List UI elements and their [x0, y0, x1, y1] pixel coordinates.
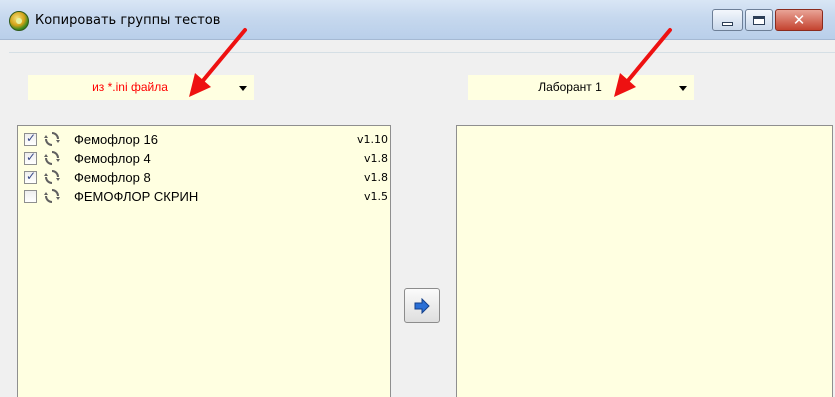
group-divider	[9, 52, 835, 53]
item-version: v1.10	[356, 133, 388, 146]
chevron-down-icon[interactable]	[239, 86, 247, 91]
item-checkbox[interactable]	[24, 131, 37, 146]
item-version: v1.8	[363, 152, 388, 165]
item-name: Фемофлор 8	[74, 170, 151, 185]
refresh-icon	[44, 170, 60, 184]
item-name: ФЕМОФЛОР СКРИН	[74, 189, 199, 204]
list-item[interactable]: ФЕМОФЛОР СКРИН v1.5	[22, 187, 388, 206]
chevron-down-icon[interactable]	[679, 86, 687, 91]
item-name: Фемофлор 4	[74, 151, 151, 166]
target-combo-value: Лаборант 1	[538, 80, 602, 94]
copy-test-groups-window: Копировать группы тестов ✕ из *.ini файл…	[0, 0, 835, 397]
item-name: Фемофлор 16	[74, 132, 158, 147]
item-checkbox[interactable]	[24, 169, 37, 184]
app-flower-icon	[9, 11, 29, 31]
list-item[interactable]: Фемофлор 8 v1.8	[22, 168, 388, 187]
item-version: v1.5	[363, 190, 388, 203]
title-bar[interactable]: Копировать группы тестов ✕	[0, 0, 835, 40]
minimize-button[interactable]	[712, 9, 743, 31]
refresh-icon	[44, 151, 60, 165]
refresh-icon	[44, 189, 60, 203]
maximize-icon	[753, 15, 765, 25]
source-test-list[interactable]: Фемофлор 16 v1.10 Фемофлор 4 v1.8 Фемофл…	[17, 125, 391, 397]
item-version: v1.8	[363, 171, 388, 184]
target-test-list[interactable]	[456, 125, 833, 397]
copy-right-button[interactable]	[404, 288, 440, 323]
refresh-icon	[44, 132, 60, 146]
item-checkbox[interactable]	[24, 150, 37, 165]
target-combo[interactable]: Лаборант 1	[468, 75, 694, 100]
close-button[interactable]: ✕	[775, 9, 823, 31]
window-title: Копировать группы тестов	[35, 13, 221, 28]
item-checkbox[interactable]	[24, 190, 37, 203]
source-combo-value: из *.ini файла	[92, 80, 168, 94]
maximize-button[interactable]	[745, 9, 773, 31]
list-item[interactable]: Фемофлор 16 v1.10	[22, 130, 388, 149]
close-icon: ✕	[792, 10, 806, 29]
minimize-icon	[722, 22, 733, 26]
list-item[interactable]: Фемофлор 4 v1.8	[22, 149, 388, 168]
arrow-right-icon	[414, 297, 430, 314]
source-combo[interactable]: из *.ini файла	[28, 75, 254, 100]
